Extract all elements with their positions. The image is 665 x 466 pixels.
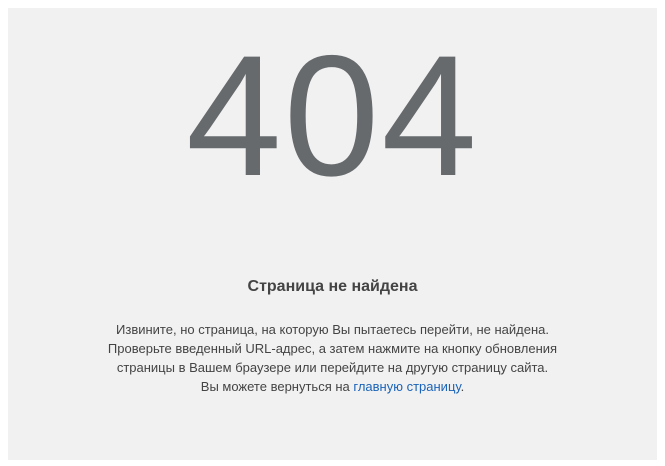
error-message: Извините, но страница, на которую Вы пыт… xyxy=(104,320,561,396)
error-description: Извините, но страница, на которую Вы пыт… xyxy=(107,322,558,375)
return-text: Вы можете вернуться на главную страницу. xyxy=(104,377,561,396)
error-page: 404 Страница не найдена Извините, но стр… xyxy=(8,8,657,460)
return-prefix: Вы можете вернуться на xyxy=(200,379,354,394)
home-page-link[interactable]: главную страницу xyxy=(353,379,460,394)
return-suffix: . xyxy=(460,379,465,394)
page-title: Страница не найдена xyxy=(247,278,418,295)
error-code: 404 xyxy=(186,20,479,212)
